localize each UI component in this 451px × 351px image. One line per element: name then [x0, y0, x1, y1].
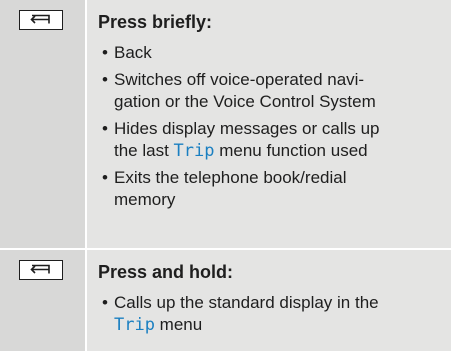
item-text-line-1: Calls up the standard display in the — [114, 292, 379, 312]
key-cell — [0, 249, 85, 351]
key-cell — [0, 0, 85, 248]
table-row-press-briefly: Press briefly: • Back • Switches off voi… — [0, 0, 451, 248]
press-and-hold-heading: Press and hold: — [98, 261, 234, 282]
list-item: • Switches off voice-operated navi- gati… — [98, 69, 443, 114]
description-cell: Press briefly: • Back • Switches off voi… — [87, 0, 451, 248]
bullet: • — [102, 292, 108, 312]
press-and-hold-list: • Calls up the standard display in the T… — [98, 292, 443, 337]
back-key — [19, 259, 63, 280]
item-text-line-1: Hides display messages or calls up — [114, 118, 380, 138]
back-key — [19, 10, 63, 30]
press-briefly-heading: Press briefly: — [98, 12, 213, 32]
press-briefly-list: • Back • Switches off voice-operated nav… — [98, 42, 443, 212]
list-item: • Calls up the standard display in the T… — [98, 292, 443, 337]
description-cell: Press and hold: • Calls up the standard … — [87, 250, 451, 351]
list-item: • Hides display messages or calls up the… — [98, 118, 443, 163]
item-text-line-2: gation or the Voice Control System — [114, 92, 376, 111]
item-text-line-1: Switches off voice-operated navi- — [114, 69, 365, 89]
bullet: • — [102, 43, 108, 62]
back-arrow-icon — [30, 264, 50, 274]
list-item: • Back — [98, 42, 443, 65]
item-text-line-2-suffix: menu — [154, 315, 203, 335]
item-text: Back — [114, 43, 152, 62]
back-arrow-icon — [30, 14, 50, 24]
trip-menu-term: Trip — [114, 315, 155, 336]
item-text-line-2-prefix: the last — [114, 141, 174, 160]
bullet: • — [102, 167, 108, 187]
trip-menu-term: Trip — [173, 141, 215, 161]
bullet: • — [102, 118, 108, 138]
table-row-press-and-hold: Press and hold: • Calls up the standard … — [0, 249, 451, 351]
button-function-table: Press briefly: • Back • Switches off voi… — [0, 0, 451, 351]
bullet: • — [102, 69, 108, 89]
item-text-line-1: Exits the telephone book/redial — [114, 167, 347, 187]
item-text-line-2-suffix: menu function used — [214, 141, 368, 160]
list-item: • Exits the telephone book/redial memory — [98, 167, 443, 212]
item-text-line-2: memory — [114, 190, 176, 209]
